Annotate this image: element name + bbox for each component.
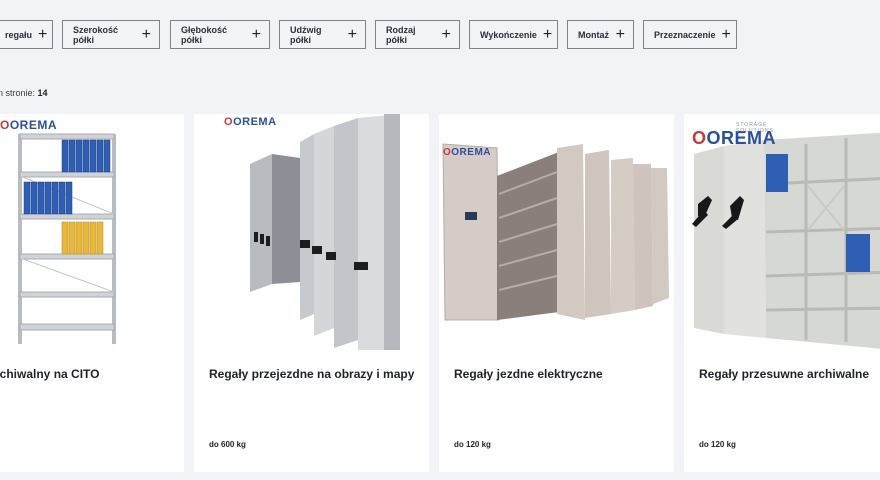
product-card[interactable]: OOREMA rchiwalny na CITO <box>0 114 184 472</box>
product-card[interactable]: OOREMA Regały przejezdne na obrazy i map… <box>194 114 429 472</box>
orema-logo: OOREMA STORAGE SOLUTIONS <box>692 122 777 148</box>
product-image[interactable]: OOREMA <box>194 114 429 350</box>
product-image[interactable]: OOREMA STORAGE SOLUTIONS <box>684 114 880 350</box>
plus-icon: + <box>347 25 357 43</box>
product-title[interactable]: Regały przejezdne na obrazy i mapy <box>209 367 414 381</box>
product-title[interactable]: rchiwalny na CITO <box>0 367 99 381</box>
filter-finish[interactable]: Wykończenie + <box>469 20 558 49</box>
filter-label: regału <box>5 29 33 40</box>
product-capacity: do 600 kg <box>209 440 246 449</box>
plus-icon: + <box>615 25 625 43</box>
plus-icon: + <box>141 25 151 43</box>
metal-shelf-illustration <box>18 133 116 344</box>
filter-shelf-kind[interactable]: Rodzaj półki + <box>375 20 460 49</box>
product-title[interactable]: Regały przesuwne archiwalne <box>699 367 869 381</box>
plus-icon: + <box>38 25 48 43</box>
results-label: n stronie: <box>0 88 36 98</box>
filter-regal-type[interactable]: regału + <box>0 20 53 49</box>
plus-icon: + <box>542 25 553 43</box>
filter-mounting[interactable]: Montaż + <box>567 20 634 49</box>
filter-label: Głębokość półki <box>181 24 228 45</box>
plus-icon: + <box>251 25 261 43</box>
filter-label: Montaż <box>578 29 609 40</box>
orema-logo: OOREMA <box>0 118 58 132</box>
filter-label: Wykończenie <box>480 29 537 40</box>
filter-label: Przeznaczenie <box>654 29 716 40</box>
results-count: n stronie: 14 <box>0 88 48 98</box>
results-number: 14 <box>37 88 48 98</box>
product-title[interactable]: Regały jezdne elektryczne <box>454 367 603 381</box>
product-image[interactable]: OOREMA <box>439 114 674 350</box>
filter-label: Szerokość półki <box>73 24 119 45</box>
plus-icon: + <box>721 25 731 43</box>
filter-bar: regału + Szerokość półki + Głębokość półki… <box>0 20 880 49</box>
plus-icon: + <box>441 25 451 43</box>
filter-purpose[interactable]: Przeznaczenie + <box>643 20 737 49</box>
archive-mobile-shelving-illustration <box>692 132 880 349</box>
sliding-panel-rack-illustration <box>250 114 400 350</box>
product-card[interactable]: OOREMA Regały jezdne elektryczne do 120 … <box>439 114 674 472</box>
product-image[interactable]: OOREMA <box>0 114 184 350</box>
filter-shelf-load[interactable]: Udźwig półki + <box>279 20 366 49</box>
orema-logo: OOREMA <box>443 147 492 158</box>
orema-logo: OOREMA <box>224 116 277 128</box>
product-card[interactable]: OOREMA STORAGE SOLUTIONS Regały przesuwn… <box>684 114 880 472</box>
filter-shelf-depth[interactable]: Głębokość półki + <box>170 20 270 49</box>
filter-label: Rodzaj półki <box>386 24 416 45</box>
product-capacity: do 120 kg <box>454 440 491 449</box>
filter-label: Udźwig półki <box>290 24 322 45</box>
filter-shelf-width[interactable]: Szerokość półki + <box>62 20 160 49</box>
product-capacity: do 120 kg <box>699 440 736 449</box>
